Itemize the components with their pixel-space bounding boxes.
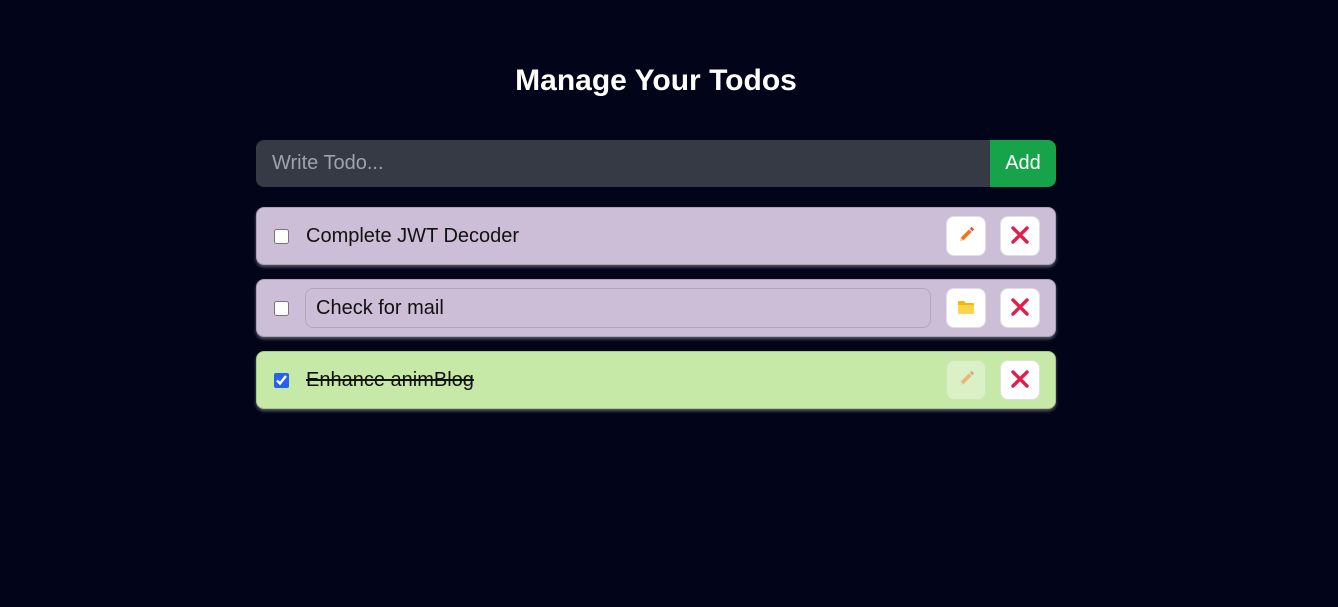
todo-input[interactable] xyxy=(256,140,990,187)
close-icon xyxy=(1010,369,1030,392)
todo-item xyxy=(256,207,1056,265)
edit-button[interactable] xyxy=(946,216,986,256)
delete-button[interactable] xyxy=(1000,360,1040,400)
delete-button[interactable] xyxy=(1000,288,1040,328)
todo-checkbox[interactable] xyxy=(274,300,289,316)
pencil-icon xyxy=(956,369,976,392)
todo-checkbox[interactable] xyxy=(274,228,289,244)
close-icon xyxy=(1010,297,1030,320)
close-icon xyxy=(1010,225,1030,248)
edit-button[interactable] xyxy=(946,360,986,400)
todo-text[interactable] xyxy=(305,216,931,256)
todo-item xyxy=(256,351,1056,409)
todo-checkbox[interactable] xyxy=(274,372,289,388)
page-title: Manage Your Todos xyxy=(515,64,797,97)
delete-button[interactable] xyxy=(1000,216,1040,256)
folder-icon xyxy=(956,297,976,320)
save-button[interactable] xyxy=(946,288,986,328)
add-button[interactable]: Add xyxy=(990,140,1056,187)
pencil-icon xyxy=(956,225,976,248)
todo-text[interactable] xyxy=(305,360,931,400)
add-todo-form: Add xyxy=(256,140,1056,187)
todo-text-editing[interactable] xyxy=(305,288,931,328)
todo-item xyxy=(256,279,1056,337)
